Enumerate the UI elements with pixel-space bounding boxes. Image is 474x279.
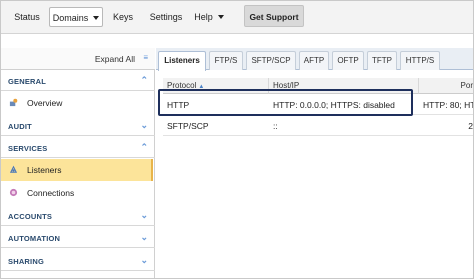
section-audit[interactable]: AUDIT ⌄ xyxy=(1,116,155,136)
listeners-icon xyxy=(9,165,18,173)
expand-all-row[interactable]: Expand All ≡ xyxy=(1,48,155,70)
chevron-up-icon[interactable]: ⌃ xyxy=(140,75,148,85)
menu-status[interactable]: Status xyxy=(9,7,45,27)
section-automation-label: AUTOMATION xyxy=(8,234,61,243)
menu-domains[interactable]: Domains xyxy=(49,7,103,27)
sidebar-item-label: Listeners xyxy=(27,165,62,175)
get-support-button[interactable]: Get Support xyxy=(244,5,304,27)
tab-ftps[interactable]: FTP/S xyxy=(209,51,243,70)
row-highlight-box xyxy=(158,89,413,116)
section-general-label: GENERAL xyxy=(8,77,47,86)
section-accounts[interactable]: ACCOUNTS ⌄ xyxy=(1,206,155,226)
expand-all-label: Expand All xyxy=(94,54,135,64)
chevron-down-icon[interactable]: ⌄ xyxy=(140,210,148,220)
section-audit-label: AUDIT xyxy=(8,122,32,131)
tab-https[interactable]: HTTP/S xyxy=(400,51,440,70)
menu-help-label: Help xyxy=(194,12,213,22)
sidebar: Expand All ≡ GENERAL ⌃ Overview AUDIT ⌄ … xyxy=(1,48,155,278)
tab-tftp[interactable]: TFTP xyxy=(367,51,397,70)
column-header-port[interactable]: Por xyxy=(419,78,473,94)
sidebar-item-label: Overview xyxy=(27,98,63,108)
section-services[interactable]: SERVICES ⌃ xyxy=(1,138,155,158)
chevron-down-icon[interactable]: ⌄ xyxy=(140,255,148,265)
caret-down-icon xyxy=(217,15,224,19)
expand-all-icon[interactable]: ≡ xyxy=(143,53,148,62)
cell-port: HTTP: 80; HT... xyxy=(423,100,474,110)
tab-sftp-scp[interactable]: SFTP/SCP xyxy=(246,51,296,70)
overview-icon xyxy=(9,98,18,107)
menu-domains-label: Domains xyxy=(52,13,89,23)
menu-help[interactable]: Help xyxy=(191,7,227,27)
table-row[interactable]: SFTP/SCP :: 2 xyxy=(163,116,473,136)
connections-icon xyxy=(9,188,18,197)
cell-protocol: SFTP/SCP xyxy=(167,121,209,131)
tab-oftp[interactable]: OFTP xyxy=(332,51,364,70)
tab-bar: Listeners FTP/S SFTP/SCP AFTP OFTP TFTP … xyxy=(156,48,473,71)
section-general[interactable]: GENERAL ⌃ xyxy=(1,71,155,91)
cell-host-ip: :: xyxy=(273,121,278,131)
menu-settings[interactable]: Settings xyxy=(145,7,187,27)
app-window: Status Domains Keys Settings Help Get Su… xyxy=(0,0,474,279)
section-sharing[interactable]: SHARING ⌄ xyxy=(1,251,155,271)
sidebar-item-listeners[interactable]: Listeners xyxy=(1,159,153,181)
section-services-label: SERVICES xyxy=(8,144,48,153)
caret-down-icon xyxy=(93,16,100,20)
chevron-down-icon[interactable]: ⌄ xyxy=(140,232,148,242)
main-panel: Listeners FTP/S SFTP/SCP AFTP OFTP TFTP … xyxy=(156,48,474,278)
chevron-down-icon[interactable]: ⌄ xyxy=(140,120,148,130)
sidebar-item-connections[interactable]: Connections xyxy=(1,182,153,204)
tab-listeners[interactable]: Listeners xyxy=(158,51,206,71)
top-menubar: Status Domains Keys Settings Help Get Su… xyxy=(1,1,473,34)
section-sharing-label: SHARING xyxy=(8,257,44,266)
menu-keys[interactable]: Keys xyxy=(109,7,137,27)
section-automation[interactable]: AUTOMATION ⌄ xyxy=(1,228,155,248)
sidebar-item-overview[interactable]: Overview xyxy=(1,92,153,114)
chevron-up-icon[interactable]: ⌃ xyxy=(140,142,148,152)
section-accounts-label: ACCOUNTS xyxy=(8,212,53,221)
sidebar-item-label: Connections xyxy=(27,188,75,198)
cell-port: 2 xyxy=(468,121,473,131)
tab-aftp[interactable]: AFTP xyxy=(299,51,329,70)
